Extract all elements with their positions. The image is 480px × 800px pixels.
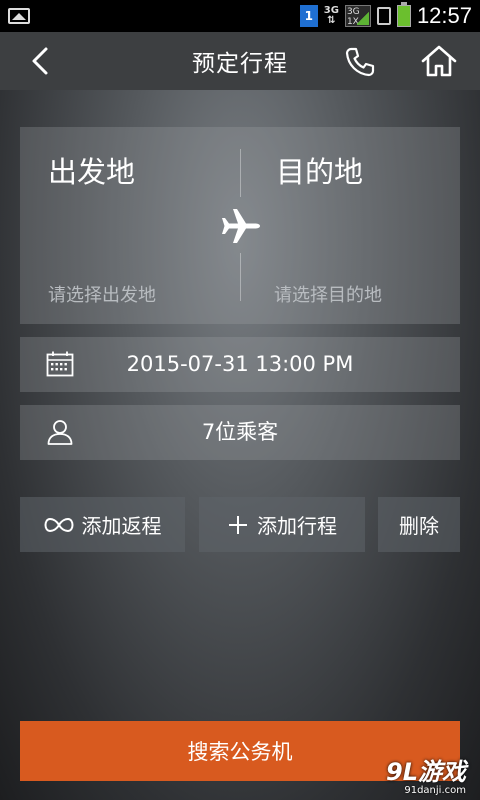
watermark-logo: 9L游戏 [386,758,466,786]
departure-selector[interactable]: 出发地 请选择出发地 [20,127,240,324]
passenger-count: 7位乘客 [201,420,279,444]
add-trip-label: 添加行程 [257,514,337,538]
plus-icon [229,515,247,534]
signal-strength-icon: 3G 1X [344,5,371,27]
delete-label: 删除 [399,514,439,538]
navigation-bar: 预定行程 [0,32,480,90]
add-return-label: 添加返程 [81,514,162,538]
divider [240,149,241,197]
status-bar: 1 3G ⇅ 3G 1X 12:57 [0,0,480,32]
infinity-icon [43,517,74,532]
status-time: 12:57 [416,3,472,28]
sim-card-icon [376,7,391,25]
battery-icon [396,2,411,27]
sim-badge-icon: 1 [299,5,318,27]
search-jet-label: 搜索公务机 [187,740,293,764]
page-title: 预定行程 [192,51,288,77]
departure-label: 出发地 [48,155,136,189]
date-picker-row[interactable]: 2015-07-31 13:00 PM [20,337,460,392]
phone-icon[interactable] [344,46,376,78]
back-arrow-icon[interactable] [26,46,54,76]
date-value: 2015-07-31 13:00 PM [126,352,354,376]
destination-label: 目的地 [276,155,364,189]
image-notification-icon [8,8,30,24]
destination-selector[interactable]: 目的地 请选择目的地 [240,127,460,324]
network-3g-icon: 3G ⇅ [323,5,339,26]
divider [240,253,241,301]
departure-placeholder: 请选择出发地 [48,285,156,306]
delete-button[interactable]: 删除 [378,497,460,552]
watermark: 9L游戏 91danji.com [386,752,466,796]
airplane-icon [222,209,260,243]
passenger-row[interactable]: 7位乘客 [20,405,460,460]
home-icon[interactable] [420,44,458,78]
destination-placeholder: 请选择目的地 [274,285,382,306]
add-return-button[interactable]: 添加返程 [20,497,185,552]
route-card: 出发地 请选择出发地 目的地 请选择目的地 [20,127,460,324]
add-trip-button[interactable]: 添加行程 [199,497,365,552]
